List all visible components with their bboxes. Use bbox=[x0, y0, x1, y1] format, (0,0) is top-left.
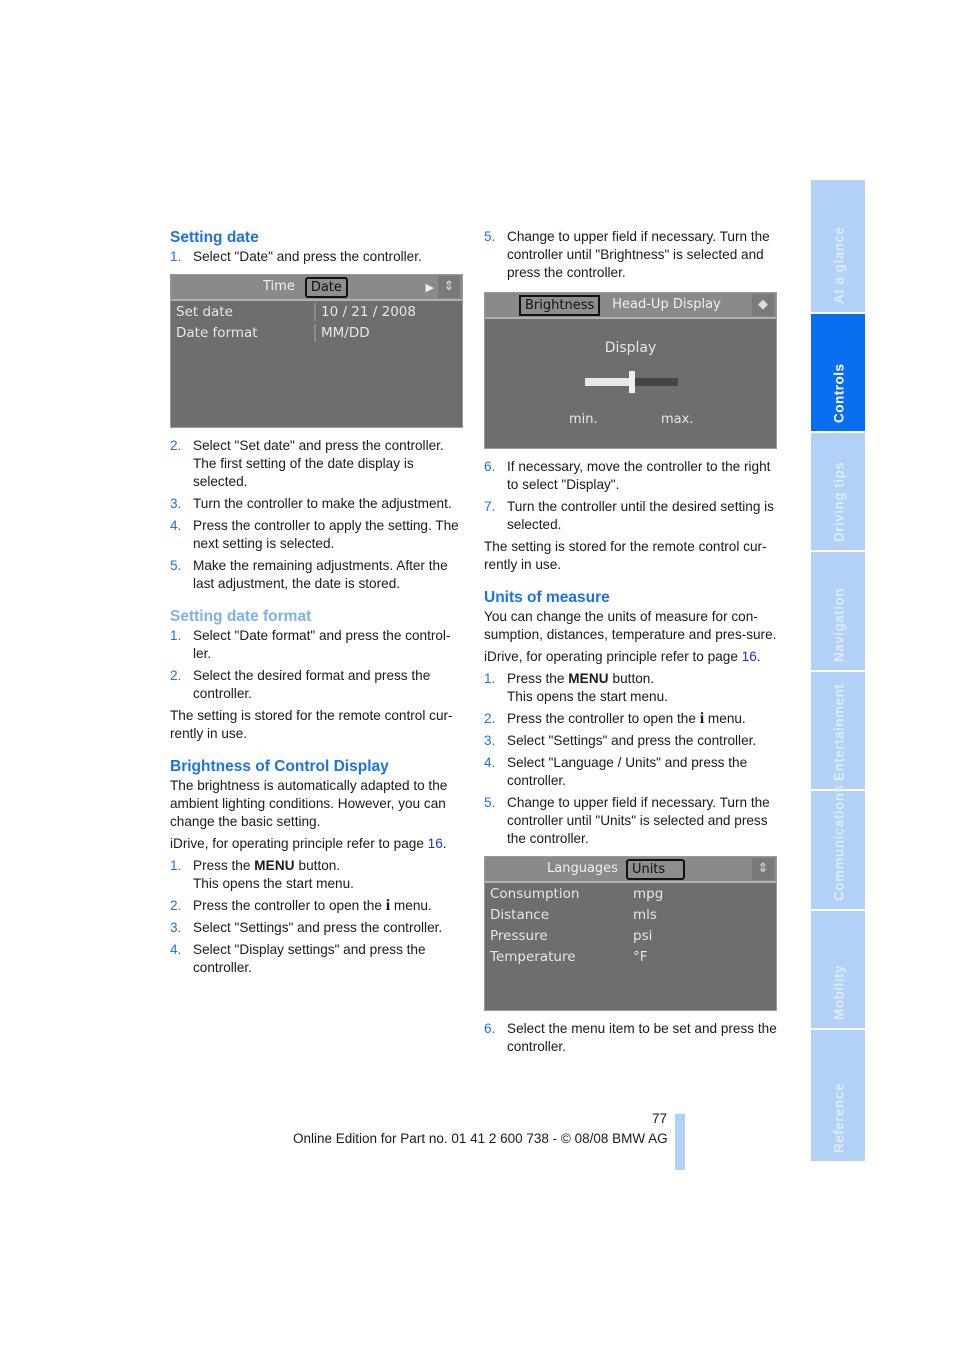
controller-icon: ⇕ bbox=[438, 276, 460, 298]
units-step-6: 6. Select the menu item to be set and pre… bbox=[484, 1020, 779, 1056]
section-title-units: Units of measure bbox=[484, 589, 610, 606]
menu-button-icon: MENU bbox=[254, 858, 295, 873]
section-title-setting-date: Setting date bbox=[170, 229, 259, 246]
tab-date[interactable]: Date bbox=[304, 276, 348, 298]
page-link[interactable]: 16 bbox=[428, 836, 443, 851]
brightness-note: The setting is stored for the remote con… bbox=[484, 539, 767, 572]
list-item: 3. Select "Settings" and press the contro… bbox=[170, 920, 443, 935]
list-item: 5. Change to upper field if necessary. Tu… bbox=[484, 229, 770, 280]
row-label: Date format bbox=[176, 324, 258, 341]
sidebar-item-navigation[interactable]: Navigation bbox=[811, 552, 865, 670]
list-item: 3. Turn the controller to make the adjust… bbox=[170, 496, 452, 511]
sidebar-item-controls[interactable]: Controls bbox=[811, 314, 865, 431]
list-item: 1. Select "Date format" and press the con… bbox=[170, 628, 451, 661]
row-label: Set date bbox=[176, 303, 233, 320]
list-item: 6. If necessary, move the controller to t… bbox=[484, 459, 771, 492]
screen-tab-bar: Brightness Head-Up Display ◆ bbox=[485, 293, 776, 319]
settings-row[interactable]: Pressure psi bbox=[485, 925, 776, 946]
brightness-screen: Brightness Head-Up Display ◆ Display min… bbox=[484, 292, 777, 449]
list-item: 5. Make the remaining adjustments. After … bbox=[170, 558, 448, 591]
brightness-steps: 1. Press the MENU button. This opens the s… bbox=[170, 857, 465, 977]
row-value: MM/DD bbox=[314, 323, 462, 342]
idrive-reference: iDrive, for operating principle refer to… bbox=[170, 836, 447, 851]
display-label: Display bbox=[604, 340, 657, 356]
page-number: 77 bbox=[651, 1111, 667, 1126]
list-item: 2. Press the controller to open the i men… bbox=[170, 897, 432, 914]
list-item: 1. Press the MENU button. This opens the s… bbox=[170, 858, 354, 891]
menu-button-icon: MENU bbox=[568, 671, 609, 686]
page-link[interactable]: 16 bbox=[742, 649, 757, 664]
sidebar-item-mobility[interactable]: Mobility bbox=[811, 911, 865, 1028]
sidebar-item-entertainment[interactable]: Entertainment bbox=[811, 672, 865, 789]
list-item: 5. Change to upper field if necessary. Tu… bbox=[484, 795, 770, 846]
tab-units[interactable]: Units bbox=[625, 858, 686, 880]
row-value: 10 / 21 / 2008 bbox=[314, 302, 462, 321]
list-item: 1. Select "Date" and press the controller… bbox=[170, 249, 422, 264]
tab-time[interactable]: Time bbox=[259, 278, 299, 296]
list-item: 2. Select the desired format and press th… bbox=[170, 668, 431, 701]
list-item: 4. Select "Language / Units" and press th… bbox=[484, 755, 748, 788]
list-item: 1. Press the MENU button. This opens the s… bbox=[484, 671, 668, 704]
section-title-brightness: Brightness of Control Display bbox=[170, 758, 389, 775]
list-item: 6. Select the menu item to be set and pre… bbox=[484, 1021, 777, 1054]
controller-icon: ◆ bbox=[752, 294, 774, 316]
section-title-setting-date-format: Setting date format bbox=[170, 608, 312, 625]
setting-date-step-list: 1. Select "Date" and press the controller… bbox=[170, 248, 465, 266]
sidebar-item-communications[interactable]: Communications bbox=[811, 784, 865, 909]
tab-head-up-display[interactable]: Head-Up Display bbox=[608, 296, 725, 314]
chapter-tabs: At a glance Controls Driving tips Naviga… bbox=[811, 180, 865, 1163]
tab-languages[interactable]: Languages bbox=[543, 860, 622, 878]
brightness-steps-cont: 6. If necessary, move the controller to t… bbox=[484, 458, 779, 534]
date-format-steps: 1. Select "Date format" and press the con… bbox=[170, 627, 465, 703]
list-item: 4. Press the controller to apply the sett… bbox=[170, 518, 459, 551]
settings-row[interactable]: Temperature °F bbox=[485, 946, 776, 967]
screen-tab-bar: Languages Units ⇕ bbox=[485, 857, 776, 883]
list-item: 4. Select "Display settings" and press th… bbox=[170, 942, 426, 975]
list-item: 2. Press the controller to open the i men… bbox=[484, 710, 746, 727]
settings-row[interactable]: Date format MM/DD bbox=[171, 322, 462, 343]
brightness-slider[interactable] bbox=[585, 371, 678, 393]
setting-date-steps: 2. Select "Set date" and press the contro… bbox=[170, 437, 465, 593]
date-screen: Time Date ▶ ⇕ Set date 10 / 21 / 2008 Da… bbox=[170, 274, 463, 428]
brightness-step-5: 5. Change to upper field if necessary. Tu… bbox=[484, 228, 779, 282]
screen-tab-bar: Time Date ▶ ⇕ bbox=[171, 275, 462, 301]
units-intro: You can change the units of measure for … bbox=[484, 609, 777, 642]
right-column: 5. Change to upper field if necessary. Tu… bbox=[484, 228, 779, 1060]
left-column: Setting date 1. Select "Date" and press t… bbox=[170, 228, 465, 981]
idrive-reference: iDrive, for operating principle refer to… bbox=[484, 649, 761, 664]
sidebar-item-at-a-glance[interactable]: At a glance bbox=[811, 180, 865, 312]
tab-brightness[interactable]: Brightness bbox=[519, 294, 601, 316]
settings-row[interactable]: Consumption mpg bbox=[485, 883, 776, 904]
date-format-note: The setting is stored for the remote con… bbox=[170, 708, 453, 741]
footer-marker bbox=[675, 1114, 685, 1170]
footer-text: Online Edition for Part no. 01 41 2 600 … bbox=[293, 1131, 668, 1146]
units-steps: 1. Press the MENU button. This opens the s… bbox=[484, 670, 779, 848]
sidebar-item-reference[interactable]: Reference bbox=[811, 1030, 865, 1161]
list-item: 2. Select "Set date" and press the contro… bbox=[170, 438, 444, 489]
max-label: max. bbox=[661, 412, 694, 427]
play-arrow-icon: ▶ bbox=[425, 281, 434, 294]
brightness-intro: The brightness is automatically adapted … bbox=[170, 778, 448, 829]
slider-handle[interactable] bbox=[628, 371, 635, 393]
slider-fill bbox=[585, 378, 632, 386]
settings-row[interactable]: Set date 10 / 21 / 2008 bbox=[171, 301, 462, 322]
controller-icon: ⇕ bbox=[752, 858, 774, 880]
units-screen: Languages Units ⇕ Consumption mpg Distanc… bbox=[484, 856, 777, 1011]
settings-row[interactable]: Distance mls bbox=[485, 904, 776, 925]
list-item: 7. Turn the controller until the desired … bbox=[484, 499, 774, 532]
list-item: 3. Select "Settings" and press the contro… bbox=[484, 733, 757, 748]
min-label: min. bbox=[569, 412, 598, 427]
sidebar-item-driving-tips[interactable]: Driving tips bbox=[811, 433, 865, 550]
